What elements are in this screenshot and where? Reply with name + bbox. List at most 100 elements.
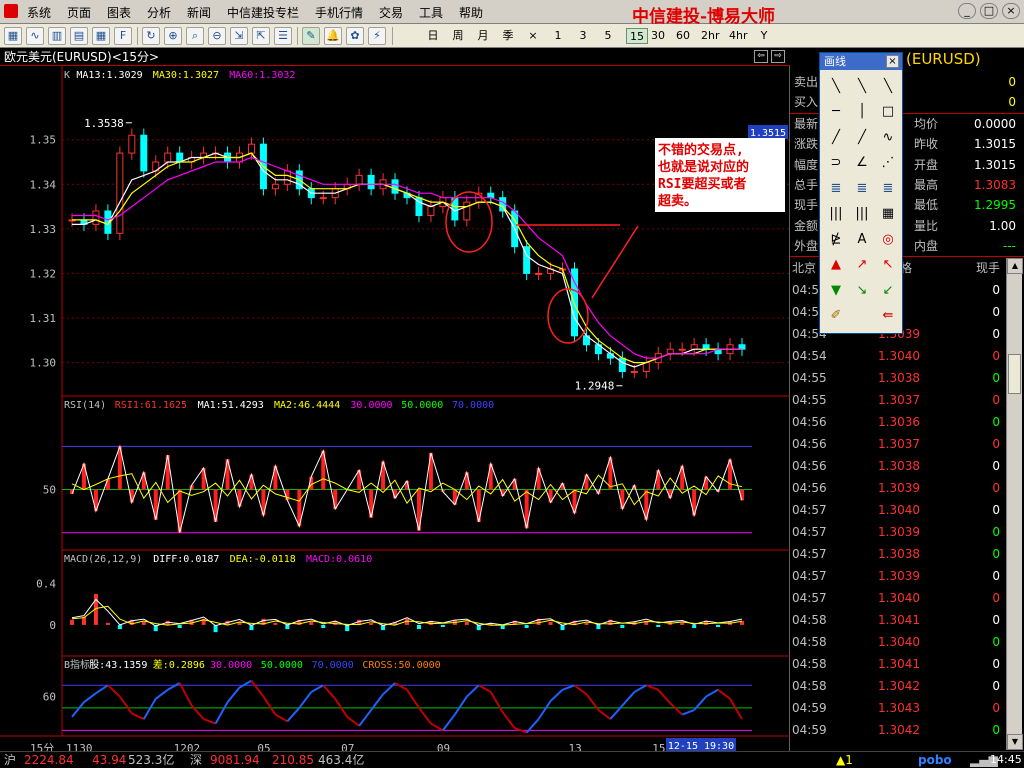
- eraser-icon[interactable]: ✐: [824, 305, 848, 327]
- grid-icon[interactable]: ▦: [876, 203, 900, 225]
- menu-system[interactable]: 系统: [27, 4, 51, 21]
- b-line-segment: [430, 722, 444, 732]
- refresh-icon[interactable]: ↻: [142, 27, 160, 45]
- period-11[interactable]: 2hr: [701, 28, 720, 44]
- period2-icon[interactable]: |||: [850, 203, 874, 225]
- period-3[interactable]: 季: [501, 28, 515, 44]
- menu-analysis[interactable]: 分析: [147, 4, 171, 21]
- ray-icon[interactable]: ╲: [850, 75, 874, 97]
- drawing-tools-palette[interactable]: 画线 × ╲ ╲ ╲ ─ │ □ ╱ ╱ ∿ ⊃ ∠ ⋰ ≣ ≣ ≣ ||| ||| ▦ ⋭ A ◎ ▲ ↗ ↖ ▼ ↘ ↙ ✐ ⇚: [819, 52, 903, 334]
- period-8[interactable]: 15: [626, 28, 648, 44]
- zoom-icon[interactable]: ⌕: [186, 27, 204, 45]
- arrow-downright-icon[interactable]: ↘: [850, 279, 874, 301]
- angle-icon[interactable]: ∠: [850, 152, 874, 174]
- drawing-tools-close-icon[interactable]: ×: [886, 55, 899, 68]
- alarm-bell-icon[interactable]: 🔔: [324, 27, 342, 45]
- arrow-upleft-icon[interactable]: ↖: [876, 254, 900, 276]
- tick-price: 1.3042: [878, 679, 920, 693]
- nav-right-icon[interactable]: ⇨: [771, 50, 785, 63]
- period-10[interactable]: 60: [676, 28, 690, 44]
- zoom-out-icon[interactable]: ⊖: [208, 27, 226, 45]
- ray2-icon[interactable]: ╲: [876, 75, 900, 97]
- tick-price: 1.3040: [878, 591, 920, 605]
- high-marker-label: 1.3538: [84, 117, 124, 130]
- period-1[interactable]: 周: [451, 28, 465, 44]
- chart-canvas[interactable]: K MA13:1.3029 MA30:1.3027 MA60:1.3032 RSI(14…: [0, 66, 790, 751]
- line-chart-icon[interactable]: ∿: [26, 27, 44, 45]
- legend-rsi-1: RSI1:61.1625: [115, 400, 187, 411]
- tick-time: 04:58: [792, 613, 827, 627]
- import-icon[interactable]: ⇱: [252, 27, 270, 45]
- period-7[interactable]: 5: [601, 28, 615, 44]
- line-icon[interactable]: ╲: [824, 75, 848, 97]
- trend-icon[interactable]: ╱: [824, 126, 848, 148]
- alert-indicator[interactable]: ▲1: [836, 752, 853, 768]
- scroll-up-icon[interactable]: ▲: [1007, 258, 1023, 274]
- menu-help[interactable]: 帮助: [459, 4, 483, 21]
- menu-mobile-quotes[interactable]: 手机行情: [315, 4, 363, 21]
- list-icon[interactable]: ☰: [274, 27, 292, 45]
- period-13[interactable]: Y: [757, 28, 771, 44]
- f10-icon[interactable]: F: [114, 27, 132, 45]
- text-icon[interactable]: A: [850, 228, 874, 250]
- menu-trade[interactable]: 交易: [379, 4, 403, 21]
- arc-icon[interactable]: ⊃: [824, 152, 848, 174]
- indicators-icon[interactable]: ✿: [346, 27, 364, 45]
- close-button[interactable]: ×: [1002, 3, 1020, 19]
- fib3-icon[interactable]: ≣: [876, 177, 900, 199]
- table-icon[interactable]: ▤: [70, 27, 88, 45]
- period-6[interactable]: 3: [576, 28, 590, 44]
- target-icon[interactable]: ◎: [876, 228, 900, 250]
- candle-body: [271, 183, 279, 190]
- arrow-upright-icon[interactable]: ↗: [850, 254, 874, 276]
- scroll-thumb[interactable]: [1008, 354, 1021, 394]
- clear-icon[interactable]: ⇚: [876, 305, 900, 327]
- quote-list-icon[interactable]: ▦: [4, 27, 22, 45]
- maximize-button[interactable]: □: [980, 3, 998, 19]
- fan-icon[interactable]: ⋰: [876, 152, 900, 174]
- quote-buy-label: 买入: [794, 95, 819, 109]
- drawing-tools-header[interactable]: 画线 ×: [820, 53, 902, 70]
- wave-icon[interactable]: ∿: [876, 126, 900, 148]
- zoom-in-icon[interactable]: ⊕: [164, 27, 182, 45]
- period-2[interactable]: 月: [476, 28, 490, 44]
- period-4[interactable]: ×: [526, 28, 540, 44]
- app-logo-icon: [4, 4, 18, 18]
- rect-icon[interactable]: □: [876, 101, 900, 123]
- fib-icon[interactable]: ≣: [824, 177, 848, 199]
- period-9[interactable]: 30: [651, 28, 665, 44]
- nav-left-icon[interactable]: ⇦: [754, 50, 768, 63]
- slope-icon[interactable]: ╱: [850, 126, 874, 148]
- minimize-button[interactable]: _: [958, 3, 976, 19]
- menu-citic-column[interactable]: 中信建投专栏: [227, 4, 299, 21]
- menu-page[interactable]: 页面: [67, 4, 91, 21]
- arrow-downleft-icon[interactable]: ↙: [876, 279, 900, 301]
- grid-icon[interactable]: ▦: [92, 27, 110, 45]
- kline-icon[interactable]: ▥: [48, 27, 66, 45]
- scroll-down-icon[interactable]: ▼: [1007, 734, 1023, 750]
- fib2-icon[interactable]: ≣: [850, 177, 874, 199]
- period-12[interactable]: 4hr: [729, 28, 748, 44]
- draw-line-icon[interactable]: ✎: [302, 27, 320, 45]
- menu-news[interactable]: 新闻: [187, 4, 211, 21]
- lightning-icon[interactable]: ⚡: [368, 27, 386, 45]
- gann-icon[interactable]: ⋭: [824, 228, 848, 250]
- tick-time: 04:5: [792, 305, 819, 319]
- export-icon[interactable]: ⇲: [230, 27, 248, 45]
- annotation-circle: [445, 191, 493, 253]
- period-0[interactable]: 日: [426, 28, 440, 44]
- b-line-segment: [226, 686, 241, 703]
- tick-scrollbar[interactable]: ▲ ▼: [1006, 258, 1023, 750]
- tick-time: 04:57: [792, 525, 827, 539]
- period-5[interactable]: 1: [551, 28, 565, 44]
- b-line-segment: [597, 709, 611, 720]
- menu-tools[interactable]: 工具: [419, 4, 443, 21]
- arrow-down-icon[interactable]: ▼: [824, 279, 848, 301]
- hline-icon[interactable]: ─: [824, 101, 848, 123]
- menu-chart[interactable]: 图表: [107, 4, 131, 21]
- quote-row-label: 总手: [794, 177, 819, 192]
- vline-icon[interactable]: │: [850, 101, 874, 123]
- arrow-up-icon[interactable]: ▲: [824, 254, 848, 276]
- chart-pane[interactable]: 欧元美元(EURUSD)<15分> ⇦ ⇨ K MA13:1.3029 MA30:1…: [0, 48, 790, 751]
- period-icon[interactable]: |||: [824, 203, 848, 225]
